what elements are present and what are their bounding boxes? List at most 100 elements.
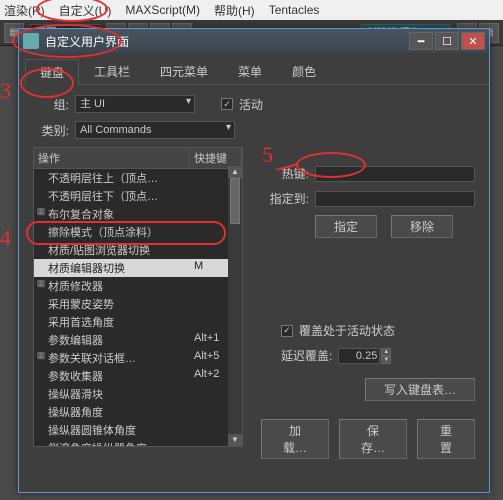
item-icon [34, 242, 48, 258]
active-checkbox[interactable] [221, 98, 233, 110]
item-icon [34, 332, 48, 348]
hotkey-label: 热键: [261, 165, 309, 182]
col-operation[interactable]: 操作 [34, 148, 190, 168]
customize-ui-window: 自定义用户界面 ━ ☐ ✕ 键盘 工具栏 四元菜单 菜单 颜色 组: 主 UI … [18, 28, 490, 493]
maximize-button[interactable]: ☐ [435, 32, 459, 50]
override-checkbox[interactable] [281, 325, 293, 337]
item-icon: ▦ [34, 206, 48, 222]
list-item[interactable]: 参数编辑器Alt+1 [34, 331, 242, 349]
scroll-thumb[interactable] [230, 178, 240, 224]
tabs: 键盘 工具栏 四元菜单 菜单 颜色 [19, 57, 489, 85]
item-icon [34, 170, 48, 186]
tab-color[interactable]: 颜色 [277, 58, 331, 84]
list-item[interactable]: 不透明层往下（顶点… [34, 187, 242, 205]
list-header: 操作 快捷键 [34, 148, 242, 169]
item-name: 不透明层往上（顶点… [48, 170, 194, 186]
item-icon [34, 368, 48, 384]
list-item[interactable]: 材质/贴图浏览器切换 [34, 241, 242, 259]
group-select[interactable]: 主 UI [75, 95, 195, 113]
tab-keyboard[interactable]: 键盘 [25, 59, 79, 85]
load-button[interactable]: 加载… [261, 419, 329, 459]
menu-render[interactable]: 渲染(R) [4, 2, 45, 19]
annotation-4: 4 [0, 225, 11, 251]
list-item[interactable]: 操纵器角度 [34, 403, 242, 421]
menu-tentacles[interactable]: Tentacles [269, 3, 320, 17]
tab-toolbar[interactable]: 工具栏 [79, 58, 145, 84]
item-icon: ▦ [34, 350, 48, 366]
close-button[interactable]: ✕ [461, 32, 485, 50]
item-name: 采用蒙皮姿势 [48, 296, 194, 312]
category-select[interactable]: All Commands [75, 121, 235, 139]
annotation-3: 3 [0, 78, 11, 104]
item-icon [34, 440, 48, 447]
list-item[interactable]: 采用蒙皮姿势 [34, 295, 242, 313]
item-name: 操纵器角度 [48, 404, 194, 420]
group-label: 组: [33, 96, 69, 113]
hotkey-input[interactable] [315, 166, 475, 182]
spin-up-icon[interactable]: ▲ [381, 348, 391, 356]
list-item[interactable]: ▦布尔复合对象 [34, 205, 242, 223]
item-name: 采用首选角度 [48, 314, 194, 330]
list-item[interactable]: 操纵器滑块 [34, 385, 242, 403]
scrollbar[interactable]: ▲ ▼ [228, 166, 242, 446]
window-title: 自定义用户界面 [45, 33, 407, 50]
list-item[interactable]: 擦除模式（顶点涂料） [34, 223, 242, 241]
remove-button[interactable]: 移除 [391, 215, 453, 238]
list-item[interactable]: ▦材质修改器 [34, 277, 242, 295]
assigned-input[interactable] [315, 191, 475, 207]
item-icon: ▦ [34, 278, 48, 294]
list-item[interactable]: 侧滚角度操纵器角度 [34, 439, 242, 447]
item-icon [34, 314, 48, 330]
item-name: 材质编辑器切换 [48, 260, 194, 276]
save-button[interactable]: 保存… [339, 419, 407, 459]
list-item[interactable]: ▦参数关联对话框…Alt+5 [34, 349, 242, 367]
assign-button[interactable]: 指定 [315, 215, 377, 238]
list-item[interactable]: 材质编辑器切换M [34, 259, 242, 277]
item-name: 不透明层往下（顶点… [48, 188, 194, 204]
app-icon [23, 33, 39, 49]
item-icon [34, 386, 48, 402]
tab-quadmenu[interactable]: 四元菜单 [145, 58, 223, 84]
item-icon [34, 296, 48, 312]
item-icon [34, 404, 48, 420]
titlebar[interactable]: 自定义用户界面 ━ ☐ ✕ [19, 29, 489, 53]
item-name: 擦除模式（顶点涂料） [48, 224, 194, 240]
item-name: 操纵器圆锥体角度 [48, 422, 194, 438]
menu-customize[interactable]: 自定义(U) [59, 2, 112, 19]
item-name: 参数关联对话框… [48, 350, 194, 366]
item-icon [34, 224, 48, 240]
reset-button[interactable]: 重置 [417, 419, 475, 459]
list-item[interactable]: 参数收集器Alt+2 [34, 367, 242, 385]
category-label: 类别: [33, 122, 69, 139]
menu-help[interactable]: 帮助(H) [214, 2, 255, 19]
spin-down-icon[interactable]: ▼ [381, 356, 391, 364]
item-name: 参数编辑器 [48, 332, 194, 348]
delay-spinner[interactable]: ▲▼ [338, 348, 391, 364]
active-label: 活动 [239, 96, 263, 113]
item-icon [34, 260, 48, 276]
item-name: 侧滚角度操纵器角度 [48, 440, 194, 447]
list-item[interactable]: 不透明层往上（顶点… [34, 169, 242, 187]
tab-menu[interactable]: 菜单 [223, 58, 277, 84]
scroll-down-icon[interactable]: ▼ [228, 434, 242, 446]
item-icon [34, 188, 48, 204]
item-name: 材质/贴图浏览器切换 [48, 242, 194, 258]
list-item[interactable]: 操纵器圆锥体角度 [34, 421, 242, 439]
scroll-up-icon[interactable]: ▲ [228, 166, 242, 178]
write-keyboard-button[interactable]: 写入键盘表… [365, 378, 475, 401]
menu-maxscript[interactable]: MAXScript(M) [125, 3, 200, 17]
assigned-label: 指定到: [261, 190, 309, 207]
item-name: 操纵器滑块 [48, 386, 194, 402]
item-name: 布尔复合对象 [48, 206, 194, 222]
delay-input[interactable] [338, 348, 380, 364]
item-name: 参数收集器 [48, 368, 194, 384]
list-item[interactable]: 采用首选角度 [34, 313, 242, 331]
delay-label: 延迟覆盖: [281, 347, 332, 364]
main-menubar: 渲染(R) 自定义(U) MAXScript(M) 帮助(H) Tentacle… [0, 0, 503, 20]
action-listbox[interactable]: 操作 快捷键 不透明层往上（顶点…不透明层往下（顶点…▦布尔复合对象擦除模式（顶… [33, 147, 243, 447]
override-label: 覆盖处于活动状态 [299, 322, 395, 339]
minimize-button[interactable]: ━ [409, 32, 433, 50]
item-icon [34, 422, 48, 438]
col-hotkey[interactable]: 快捷键 [190, 148, 242, 168]
item-name: 材质修改器 [48, 278, 194, 294]
